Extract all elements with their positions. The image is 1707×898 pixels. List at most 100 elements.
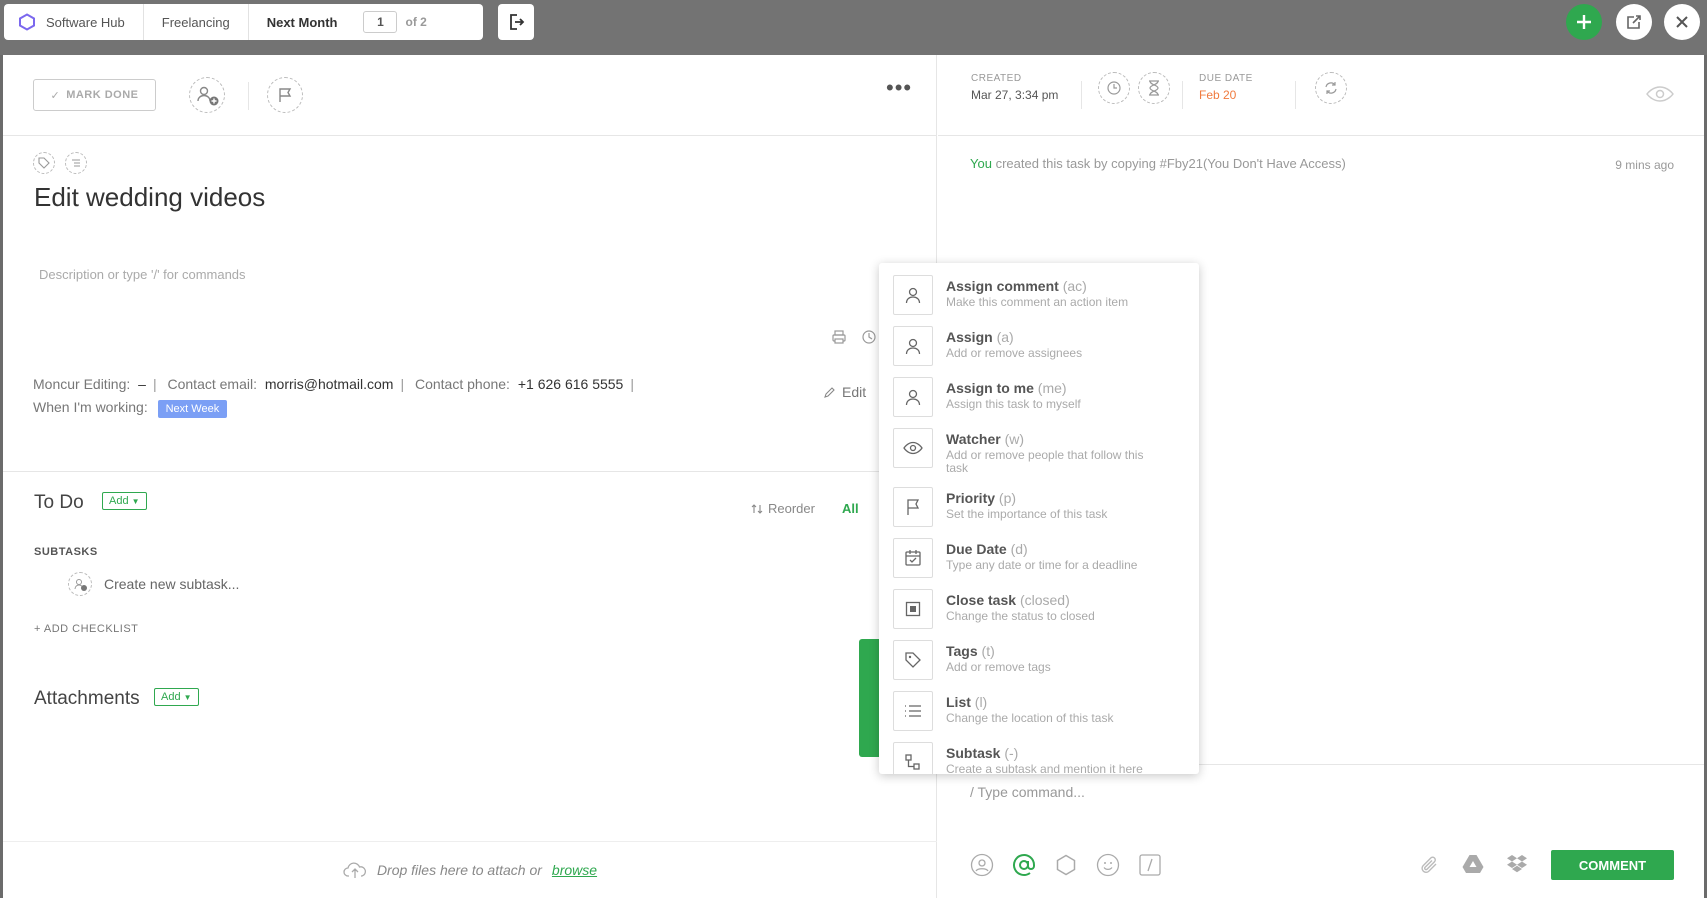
command-shortcut: (t): [981, 643, 995, 659]
task-title[interactable]: Edit wedding videos: [34, 182, 265, 213]
reorder-button[interactable]: Reorder: [751, 501, 815, 516]
calendar-icon: [893, 538, 933, 578]
working-value-badge[interactable]: Next Week: [157, 400, 228, 418]
toolbar-divider: [248, 82, 249, 110]
edit-fields-button[interactable]: Edit: [823, 384, 866, 400]
command-description: Create a subtask and mention it here: [946, 762, 1143, 775]
due-date-value[interactable]: Feb 20: [1199, 88, 1236, 102]
slash-command-icon[interactable]: [1138, 853, 1162, 877]
cloud-upload-icon: [343, 862, 366, 878]
activity-time: 9 mins ago: [1615, 158, 1674, 172]
filter-all-tab[interactable]: All: [842, 501, 859, 516]
tags-button[interactable]: [33, 152, 55, 174]
command-text: Subtask (-) Create a subtask and mention …: [946, 745, 1161, 774]
assign-subtask-icon[interactable]: [68, 572, 92, 596]
custom-fields: Moncur Editing: – | Contact email: morris…: [33, 373, 813, 421]
phone-value[interactable]: +1 626 616 5555: [518, 376, 624, 392]
command-shortcut: (-): [1004, 745, 1019, 761]
comment-tools: [970, 853, 1162, 877]
side-tab-handle[interactable]: [859, 639, 881, 757]
mention-icon[interactable]: [1012, 853, 1036, 877]
breadcrumb-folder[interactable]: Freelancing: [142, 4, 248, 40]
time-tracked-button[interactable]: [1098, 72, 1130, 104]
watch-eye-icon[interactable]: [1646, 86, 1674, 102]
attachments-add-label: Add: [161, 691, 181, 703]
activity-actor[interactable]: You: [970, 156, 992, 171]
page-number-input[interactable]: 1: [363, 11, 398, 33]
check-icon: ✓: [50, 89, 61, 102]
todo-add-button[interactable]: Add ▼: [102, 492, 147, 510]
command-text: List (l) Change the location of this task: [946, 694, 1161, 725]
clickup-logo-icon[interactable]: [1054, 853, 1078, 877]
command-priority[interactable]: Priority (p) Set the importance of this t…: [893, 487, 1193, 534]
command-name: Priority (p): [946, 490, 1161, 506]
time-estimate-button[interactable]: [1138, 72, 1170, 104]
google-drive-icon[interactable]: [1462, 854, 1484, 874]
command-watcher[interactable]: Watcher (w) Add or remove people that fol…: [893, 428, 1193, 483]
command-description: Change the location of this task: [946, 711, 1114, 725]
command-close-task[interactable]: Close task (closed) Change the status to …: [893, 589, 1193, 636]
breadcrumb-folder-label: Freelancing: [161, 14, 230, 30]
command-text: Due Date (d) Type any date or time for a …: [946, 541, 1161, 572]
meta-divider: [1295, 81, 1296, 109]
browse-link[interactable]: browse: [552, 862, 597, 878]
person-icon: [893, 275, 933, 315]
add-button[interactable]: [1566, 4, 1602, 40]
subtask-icon: [893, 742, 933, 774]
command-description: Assign this task to myself: [946, 397, 1081, 411]
add-checklist-button[interactable]: + ADD CHECKLIST: [34, 623, 138, 635]
breadcrumb-workspace[interactable]: Software Hub: [4, 4, 143, 40]
repeat-icon: [1325, 82, 1337, 94]
person-icon: [893, 326, 933, 366]
command-assign-comment[interactable]: Assign comment (ac) Make this comment an …: [893, 275, 1193, 322]
attachments-add-button[interactable]: Add ▼: [154, 688, 199, 706]
new-subtask-input[interactable]: Create new subtask...: [104, 576, 239, 592]
comment-command-input[interactable]: / Type command...: [970, 784, 1085, 800]
email-value[interactable]: morris@hotmail.com: [265, 376, 394, 392]
command-due-date[interactable]: Due Date (d) Type any date or time for a …: [893, 538, 1193, 585]
assignees-button[interactable]: [189, 77, 225, 113]
print-icon[interactable]: [831, 329, 847, 345]
open-new-window-button[interactable]: [1616, 4, 1652, 40]
command-name: Assign (a): [946, 329, 1161, 345]
emoji-icon[interactable]: [1096, 853, 1120, 877]
command-name: Due Date (d): [946, 541, 1161, 557]
exit-task-button[interactable]: [498, 4, 534, 40]
command-tags[interactable]: Tags (t) Add or remove tags: [893, 640, 1193, 687]
breadcrumb: Software Hub Freelancing Next Month 1 of…: [4, 4, 483, 40]
dropbox-icon[interactable]: [1506, 854, 1528, 874]
paperclip-icon[interactable]: [1418, 854, 1440, 876]
task-toolbar: ✓ MARK DONE •••: [3, 55, 936, 136]
command-assign[interactable]: Assign (a) Add or remove assignees: [893, 326, 1193, 373]
file-drop-zone[interactable]: Drop files here to attach or browse: [3, 841, 937, 898]
custom-fields-row-2: When I'm working: Next Week: [33, 396, 813, 421]
description-input[interactable]: Description or type '/' for commands: [39, 267, 246, 282]
moncur-label: Moncur Editing:: [33, 376, 131, 392]
history-icon[interactable]: [861, 329, 877, 345]
command-assign-to-me[interactable]: Assign to me (me) Assign this task to mys…: [893, 377, 1193, 424]
more-options-button[interactable]: •••: [886, 77, 912, 99]
close-task-button[interactable]: [1664, 4, 1700, 40]
person-icon: [893, 377, 933, 417]
command-subtask[interactable]: Subtask (-) Create a subtask and mention …: [893, 742, 1193, 774]
mark-done-button[interactable]: ✓ MARK DONE: [33, 79, 156, 111]
command-description: Add or remove assignees: [946, 346, 1083, 360]
workspace-logo-icon: [19, 13, 35, 31]
subtask-structure-button[interactable]: [65, 152, 87, 174]
command-label: Tags: [946, 643, 978, 659]
breadcrumb-list[interactable]: Next Month 1 of 2: [247, 4, 445, 40]
caret-down-icon: ▼: [131, 496, 140, 506]
list-structure-icon: [72, 159, 80, 167]
command-list[interactable]: List (l) Change the location of this task: [893, 691, 1193, 738]
plus-icon: [1577, 15, 1591, 29]
command-description: Add or remove tags: [946, 660, 1051, 674]
command-label: Subtask: [946, 745, 1001, 761]
command-shortcut: (ac): [1062, 278, 1087, 294]
priority-button[interactable]: [267, 77, 303, 113]
command-shortcut: (me): [1037, 380, 1067, 396]
recurring-button[interactable]: [1315, 72, 1347, 104]
moncur-value[interactable]: –: [138, 376, 146, 392]
assign-comment-icon[interactable]: [970, 853, 994, 877]
comment-button[interactable]: COMMENT: [1551, 850, 1674, 880]
new-subtask-row[interactable]: Create new subtask...: [68, 572, 239, 596]
